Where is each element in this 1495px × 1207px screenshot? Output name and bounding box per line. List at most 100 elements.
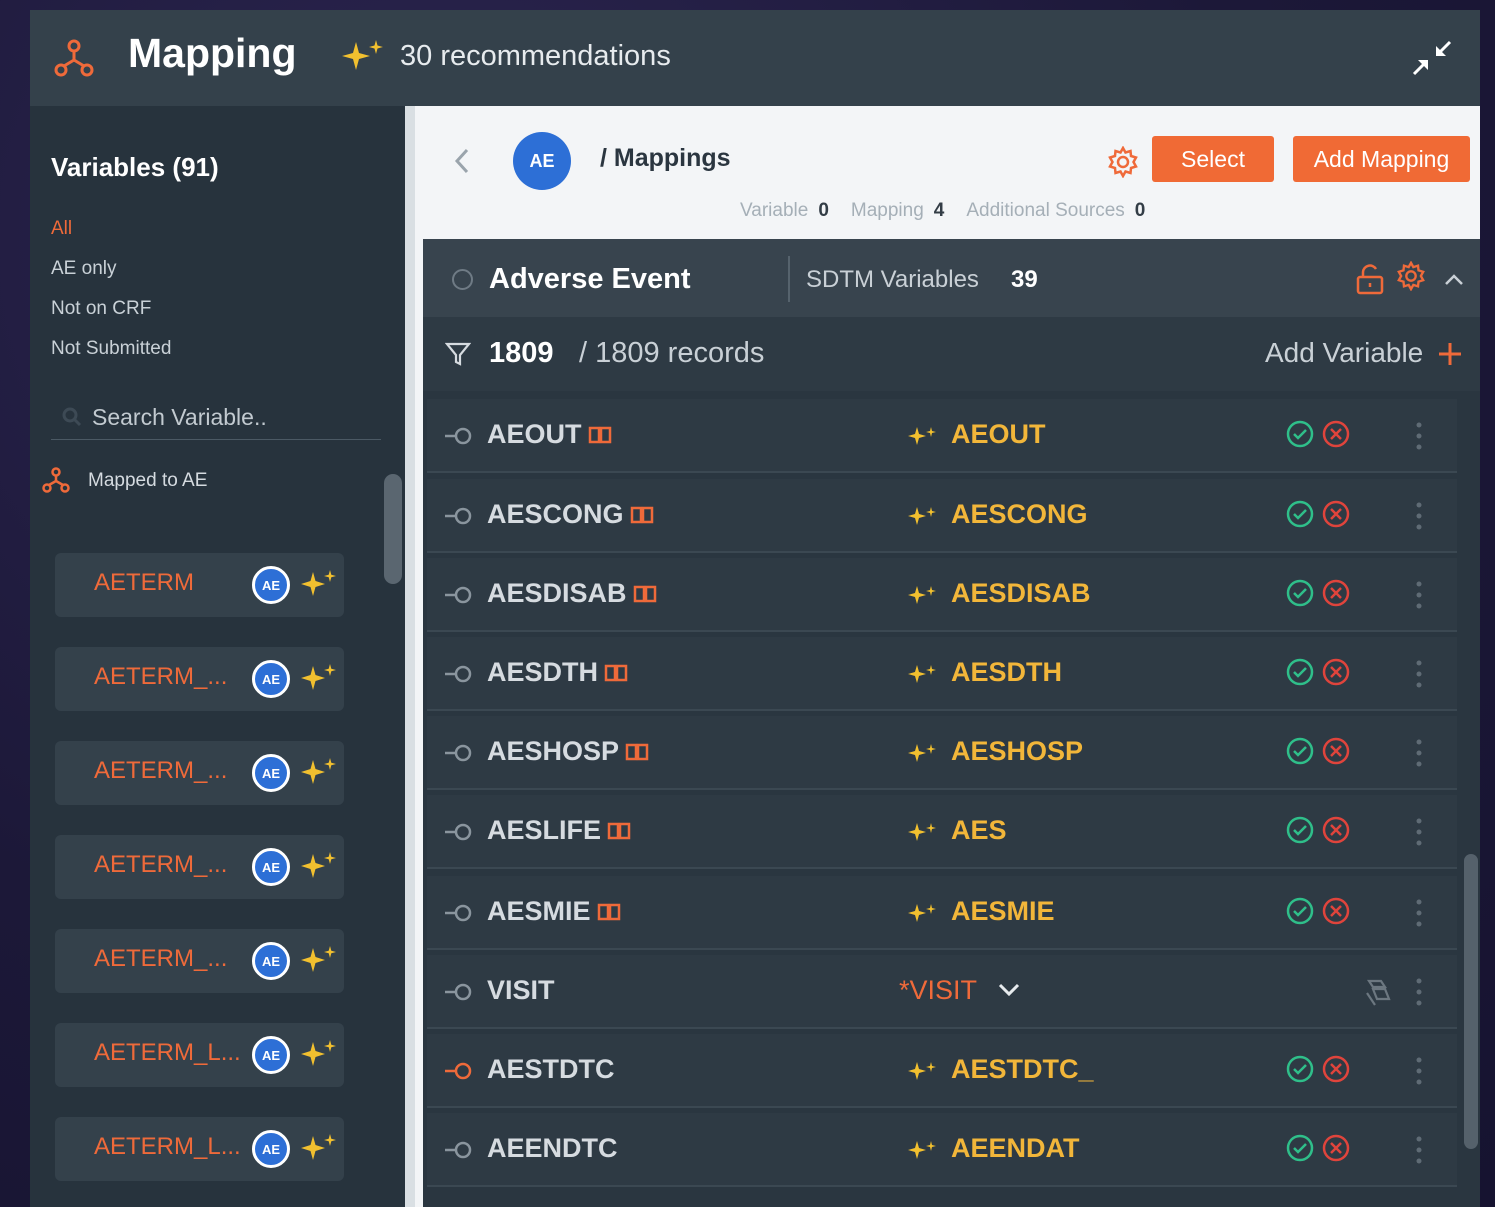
- variable-card[interactable]: AETERM_... AE: [55, 741, 344, 805]
- table-scrollbar[interactable]: [1464, 854, 1478, 1149]
- reject-icon[interactable]: [1321, 657, 1351, 687]
- more-options-icon[interactable]: [1415, 977, 1423, 1007]
- more-options-icon[interactable]: [1415, 501, 1423, 531]
- variable-card[interactable]: AETERM_... AE: [55, 835, 344, 899]
- crf-book-icon[interactable]: [604, 659, 628, 682]
- sparkle-icon[interactable]: [301, 662, 337, 694]
- sparkle-icon[interactable]: [301, 568, 337, 600]
- more-options-icon[interactable]: [1415, 898, 1423, 928]
- reject-icon[interactable]: [1321, 896, 1351, 926]
- more-options-icon[interactable]: [1415, 421, 1423, 451]
- variable-card[interactable]: AETERM_L... AE: [55, 1023, 344, 1087]
- reject-icon[interactable]: [1321, 419, 1351, 449]
- target-select[interactable]: *VISIT: [899, 975, 977, 1006]
- target-variable[interactable]: AEENDAT: [951, 1133, 1080, 1164]
- mapping-row[interactable]: AESDISAB AESDISAB: [427, 558, 1457, 632]
- back-icon[interactable]: [451, 144, 471, 178]
- link-icon[interactable]: [443, 425, 475, 447]
- settings-gear-icon[interactable]: [1107, 146, 1139, 178]
- accept-icon[interactable]: [1285, 815, 1315, 845]
- sparkle-icon[interactable]: [301, 756, 337, 788]
- mapping-row[interactable]: AEOUT AEOUT: [427, 399, 1457, 473]
- crf-book-icon[interactable]: [607, 817, 631, 840]
- target-variable[interactable]: AESHOSP: [951, 736, 1083, 767]
- variable-card[interactable]: AETERM_L... AE: [55, 1117, 344, 1181]
- more-options-icon[interactable]: [1415, 659, 1423, 689]
- link-icon[interactable]: [443, 1060, 475, 1082]
- recommendations-count[interactable]: 30 recommendations: [400, 40, 671, 73]
- link-icon[interactable]: [443, 663, 475, 685]
- target-variable[interactable]: AESDISAB: [951, 578, 1091, 609]
- crf-book-icon[interactable]: [588, 421, 612, 444]
- reject-icon[interactable]: [1321, 1133, 1351, 1163]
- mapping-row[interactable]: VISIT *VISIT: [427, 955, 1457, 1029]
- more-options-icon[interactable]: [1415, 580, 1423, 610]
- filter-icon[interactable]: [445, 341, 471, 367]
- mapping-row[interactable]: AESTDTC AESTDTC_: [427, 1034, 1457, 1108]
- domain-settings-icon[interactable]: [1396, 261, 1426, 291]
- mapping-row[interactable]: AEENDTC AEENDAT: [427, 1113, 1457, 1187]
- add-variable-button[interactable]: Add Variable: [1265, 337, 1423, 369]
- filter-ae-only[interactable]: AE only: [51, 258, 116, 280]
- more-options-icon[interactable]: [1415, 1056, 1423, 1086]
- link-icon[interactable]: [443, 742, 475, 764]
- variable-card[interactable]: AETERM AE: [55, 553, 344, 617]
- crf-book-icon[interactable]: [633, 580, 657, 603]
- add-mapping-button[interactable]: Add Mapping: [1293, 136, 1470, 182]
- filter-all[interactable]: All: [51, 218, 72, 240]
- crf-book-icon[interactable]: [625, 738, 649, 761]
- accept-icon[interactable]: [1285, 1133, 1315, 1163]
- target-variable[interactable]: AESMIE: [951, 896, 1055, 927]
- mapping-row[interactable]: AESDTH AESDTH: [427, 637, 1457, 711]
- link-icon[interactable]: [443, 821, 475, 843]
- accept-icon[interactable]: [1285, 578, 1315, 608]
- more-options-icon[interactable]: [1415, 817, 1423, 847]
- target-variable[interactable]: AESTDTC_: [951, 1054, 1094, 1085]
- crf-book-icon[interactable]: [630, 501, 654, 524]
- reject-icon[interactable]: [1321, 1054, 1351, 1084]
- link-icon[interactable]: [443, 505, 475, 527]
- variable-card[interactable]: AETERM_... AE: [55, 647, 344, 711]
- select-button[interactable]: Select: [1152, 136, 1274, 182]
- panel-divider[interactable]: [405, 106, 415, 1207]
- link-icon[interactable]: [443, 981, 475, 1003]
- crf-book-icon[interactable]: [597, 898, 621, 921]
- search-input[interactable]: [92, 398, 372, 436]
- accept-icon[interactable]: [1285, 419, 1315, 449]
- sparkle-icon[interactable]: [301, 850, 337, 882]
- sparkle-icon[interactable]: [301, 944, 337, 976]
- reject-icon[interactable]: [1321, 578, 1351, 608]
- mapping-row[interactable]: AESHOSP AESHOSP: [427, 716, 1457, 790]
- target-variable[interactable]: AES: [951, 815, 1007, 846]
- link-icon[interactable]: [443, 902, 475, 924]
- more-options-icon[interactable]: [1415, 738, 1423, 768]
- target-variable[interactable]: AESDTH: [951, 657, 1062, 688]
- unlock-icon[interactable]: [1355, 263, 1385, 295]
- mapping-row[interactable]: AESCONG AESCONG: [427, 479, 1457, 553]
- reject-icon[interactable]: [1321, 736, 1351, 766]
- accept-icon[interactable]: [1285, 657, 1315, 687]
- mapping-row[interactable]: AESMIE AESMIE: [427, 876, 1457, 950]
- sparkle-icon[interactable]: [301, 1038, 337, 1070]
- sparkle-icon[interactable]: [301, 1132, 337, 1164]
- variable-card[interactable]: AETERM_... AE: [55, 929, 344, 993]
- accept-icon[interactable]: [1285, 1054, 1315, 1084]
- plus-icon[interactable]: [1435, 339, 1465, 369]
- accept-icon[interactable]: [1285, 896, 1315, 926]
- target-variable[interactable]: AEOUT: [951, 419, 1046, 450]
- accept-icon[interactable]: [1285, 499, 1315, 529]
- chevron-down-icon[interactable]: [997, 981, 1021, 999]
- reject-icon[interactable]: [1321, 499, 1351, 529]
- filter-not-on-crf[interactable]: Not on CRF: [51, 298, 151, 320]
- link-icon[interactable]: [443, 1139, 475, 1161]
- link-icon[interactable]: [443, 584, 475, 606]
- target-variable[interactable]: AESCONG: [951, 499, 1088, 530]
- mapping-row[interactable]: AESLIFE AES: [427, 795, 1457, 869]
- accept-icon[interactable]: [1285, 736, 1315, 766]
- copy-icon[interactable]: [1361, 977, 1393, 1009]
- chevron-up-icon[interactable]: [1441, 269, 1467, 289]
- domain-radio[interactable]: [452, 269, 473, 290]
- more-options-icon[interactable]: [1415, 1135, 1423, 1165]
- sidebar-scrollbar[interactable]: [384, 474, 402, 584]
- reject-icon[interactable]: [1321, 815, 1351, 845]
